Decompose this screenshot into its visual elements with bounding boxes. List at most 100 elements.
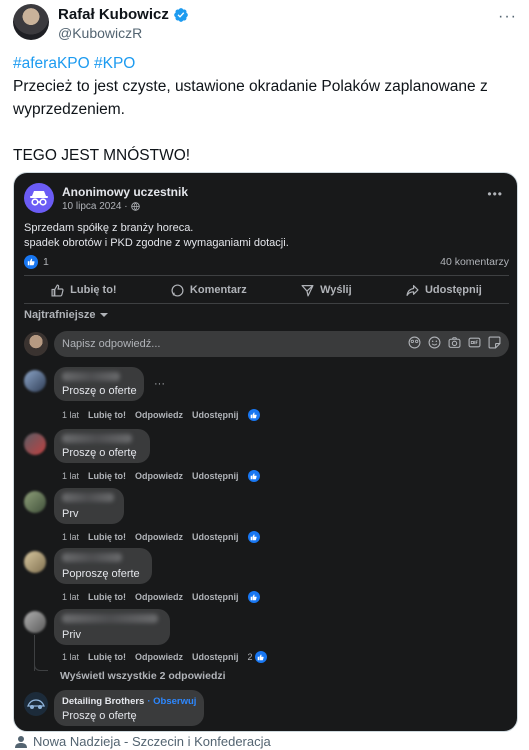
author-name-row[interactable]: Rafał Kubowicz [58,6,189,23]
comment-text: Proszę o ofertę [62,447,137,459]
blurred-name [62,434,132,443]
tweet-text: #aferaKPO #KPO Przecież to jest czyste, … [13,52,518,167]
comment-bubble: Proszę o oferte [54,367,144,401]
comment-like-link: Lubię to! [88,592,127,602]
comment-count: 40 komentarzy [440,256,509,268]
globe-icon [130,202,140,211]
tweet: Rafał Kubowicz @KubowiczR ··· #aferaKPO … [0,0,529,750]
action-label: Udostępnij [424,284,482,296]
comment-bubble: Detailing Brothers · Obserwuj Proszę o o… [54,690,204,726]
comment-meta: 1 lat Lubię to! Odpowiedz Udostępnij [62,470,260,482]
commenter-avatar [24,611,46,633]
like-reaction-icon [254,651,267,663]
commenter-avatar [24,551,46,573]
emoji-icon [428,336,441,349]
sort-label: Najtrafniejsze [24,309,96,321]
hashtags: #aferaKPO #KPO [13,52,518,75]
comment-reply-link: Odpowiedz [135,410,184,420]
tweet-body-line: TEGO JEST MNÓSTWO! [13,147,191,164]
like-count: 1 [43,256,49,268]
comment-meta: 1 lat Lubię to! Odpowiedz Udostępnij [62,409,260,421]
comment-reply-link: Odpowiedz [135,652,184,662]
comment-share-link: Udostępnij [192,652,239,662]
action-label: Komentarz [189,284,247,296]
comment-reply-link: Odpowiedz [135,532,184,542]
blurred-name [62,372,120,381]
post-body-line: spadek obrotów i PKD zgodne z wymaganiam… [24,237,289,249]
like-reaction-icon [247,470,260,482]
divider [24,275,509,276]
commenter-avatar [24,433,46,455]
comment-like-link: Lubię to! [88,532,127,542]
action-label: Lubię to! [70,284,117,296]
post-more-icon: ••• [487,187,503,201]
comment-share-link: Udostępnij [192,410,239,420]
post-actions: Lubię to! Komentarz Wyślij Udostępnij [24,279,509,301]
thread-curve [34,663,48,671]
hashtag-link[interactable]: #KPO [94,55,135,72]
comment-bubble: Prv [54,488,124,524]
comment-like-link: Lubię to! [88,652,127,662]
blurred-name [62,553,122,562]
comment-text: Prv [62,508,79,520]
author-avatar[interactable] [13,4,49,40]
post-date: 10 lipca 2024 · [62,201,140,212]
sticker-icon [488,336,501,349]
comment-text: Poproszę oferte [62,568,140,580]
comment-share-link: Udostępnij [192,471,239,481]
brand-name: Detailing Brothers [62,696,145,707]
comment-time: 1 lat [62,532,80,542]
verified-badge-icon [174,7,188,22]
comment-time: 1 lat [62,471,80,481]
comment-share-link: Udostępnij [192,532,239,542]
community-note[interactable]: Nowa Nadzieja - Szczecin i Konfederacja [14,734,271,749]
post-date-text: 10 lipca 2024 · [62,201,128,212]
gif-icon [468,337,481,348]
post-body: Sprzedam spółkę z branży horeca. spadek … [24,221,289,251]
camera-icon [448,337,461,348]
comment-time: 1 lat [62,652,80,662]
comment-reply-link: Odpowiedz [135,471,184,481]
send-action: Wyślij [301,279,352,301]
share-action: Udostępnij [406,279,482,301]
commenter-avatar [24,370,46,392]
comment-text: Priv [62,629,81,641]
comment-like-link: Lubię to! [88,471,127,481]
divider [24,303,509,304]
comment-share-link: Udostępnij [192,592,239,602]
reply-input: Napisz odpowiedź... [54,331,509,357]
comment-meta: 1 lat Lubię to! Odpowiedz Udostępnij [62,591,260,603]
post-body-line: Sprzedam spółkę z branży horeca. [24,222,194,234]
view-replies-link: Wyświetl wszystkie 2 odpowiedzi [60,670,226,682]
comment-action: Komentarz [171,279,247,301]
author-handle[interactable]: @KubowiczR [58,25,142,41]
post-author: Anonimowy uczestnik [62,185,189,199]
thumbs-up-icon [51,283,64,297]
commenter-avatar [24,491,46,513]
tweet-body-line: Przecież to jest czyste, ustawione okrad… [13,78,488,118]
comment-more-icon: ··· [154,378,165,390]
reaction-row: 1 40 komentarzy [24,255,509,271]
comment-meta: 1 lat Lubię to! Odpowiedz Udostępnij [62,531,260,543]
current-user-avatar [24,332,48,356]
like-reaction-icon [247,409,260,421]
comment-bubble: Poproszę oferte [54,548,152,584]
comment-reply-link: Odpowiedz [135,592,184,602]
comment-bubble: Priv [54,609,170,645]
more-options-icon[interactable]: ··· [498,8,517,26]
author-name[interactable]: Rafał Kubowicz [58,6,169,23]
blurred-name [62,614,158,623]
like-reaction-icon [24,255,38,269]
like-reaction-icon [247,591,260,603]
like-reaction-icon [247,531,260,543]
comment-text: Proszę o ofertę [62,710,137,722]
comment-bubble: Proszę o ofertę [54,429,150,463]
hashtag-link[interactable]: #aferaKPO [13,55,90,72]
comment-text: Proszę o oferte [62,385,137,397]
community-name[interactable]: Nowa Nadzieja - Szczecin i Konfederacja [33,734,271,749]
send-icon [301,284,314,297]
comment-icon [171,283,184,297]
attached-screenshot[interactable]: Anonimowy uczestnik 10 lipca 2024 · ••• … [13,172,518,732]
blurred-name [62,493,114,502]
avatar-sticker-icon [408,336,421,349]
